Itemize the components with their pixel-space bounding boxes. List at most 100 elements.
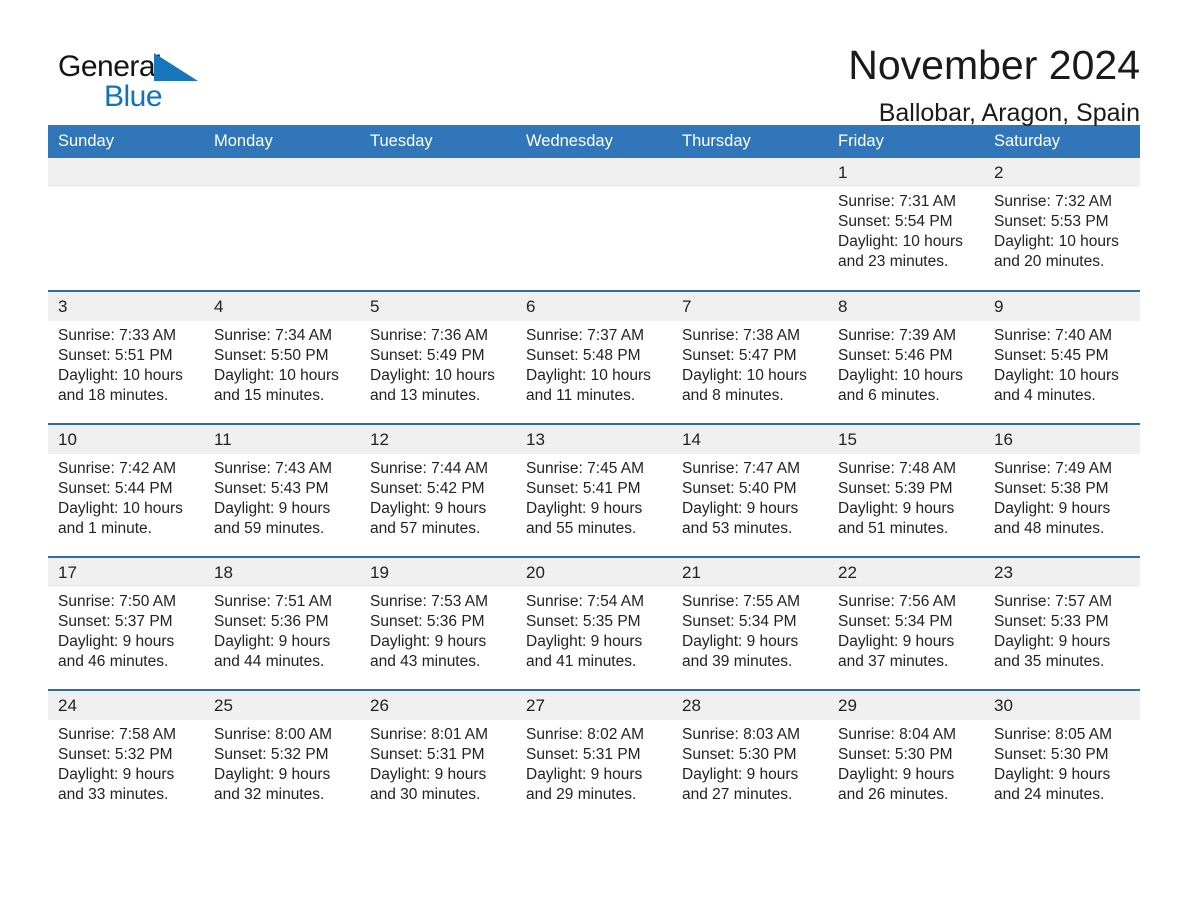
day-detail-line: Sunrise: 8:01 AM: [370, 725, 489, 743]
calendar-day-cell[interactable]: 5 Sunrise: 7:36 AM Sunset: 5:49 PM Daylight…: [360, 290, 516, 424]
calendar-day-cell[interactable]: 4 Sunrise: 7:34 AM Sunset: 5:50 PM Daylight…: [204, 290, 360, 424]
calendar-day-cell[interactable]: 14 Sunrise: 7:47 AM Sunset: 5:40 PM Dayligh…: [672, 423, 828, 557]
calendar-day-cell[interactable]: 10 Sunrise: 7:42 AM Sunset: 5:44 PM Dayligh…: [48, 423, 204, 557]
day-detail-line: Sunset: 5:54 PM: [838, 212, 953, 230]
calendar-day-cell[interactable]: 17 Sunrise: 7:50 AM Sunset: 5:37 PM Dayligh…: [48, 556, 204, 690]
day-detail-line: Sunset: 5:53 PM: [994, 212, 1109, 230]
day-details: Sunrise: 8:02 AM Sunset: 5:31 PM Daylight:…: [516, 720, 672, 806]
calendar-week-row: 3 Sunrise: 7:33 AM Sunset: 5:51 PM Daylight…: [48, 290, 1140, 424]
calendar-page: General Blue November 2024 Ballobar, Ara…: [0, 0, 1188, 918]
calendar-day-cell[interactable]: 2 Sunrise: 7:32 AM Sunset: 5:53 PM Daylight…: [984, 158, 1140, 291]
day-details: Sunrise: 8:04 AM Sunset: 5:30 PM Daylight:…: [828, 720, 984, 806]
day-detail-line: Sunset: 5:51 PM: [58, 346, 173, 364]
day-detail-line: Sunrise: 8:04 AM: [838, 725, 957, 743]
calendar-day-cell[interactable]: 18 Sunrise: 7:51 AM Sunset: 5:36 PM Dayligh…: [204, 556, 360, 690]
calendar-day-cell[interactable]: 24 Sunrise: 7:58 AM Sunset: 5:32 PM Dayligh…: [48, 689, 204, 823]
day-details: Sunrise: 7:55 AM Sunset: 5:34 PM Daylight:…: [672, 587, 828, 673]
day-detail-line: Sunrise: 7:42 AM: [58, 459, 177, 477]
day-detail-line: and 48 minutes.: [994, 520, 1105, 538]
day-details: Sunrise: 7:36 AM Sunset: 5:49 PM Daylight:…: [360, 321, 516, 407]
day-detail-line: Sunset: 5:33 PM: [994, 612, 1109, 630]
calendar-day-cell[interactable]: 20 Sunrise: 7:54 AM Sunset: 5:35 PM Dayligh…: [516, 556, 672, 690]
day-detail-line: Sunrise: 7:50 AM: [58, 592, 177, 610]
general-blue-logo[interactable]: General Blue: [58, 44, 218, 124]
day-detail-line: and 26 minutes.: [838, 786, 949, 804]
calendar-day-cell[interactable]: 11 Sunrise: 7:43 AM Sunset: 5:43 PM Dayligh…: [204, 423, 360, 557]
day-detail-line: Sunset: 5:44 PM: [58, 479, 173, 497]
calendar-day-cell[interactable]: 16 Sunrise: 7:49 AM Sunset: 5:38 PM Dayligh…: [984, 423, 1140, 557]
day-detail-line: and 27 minutes.: [682, 786, 793, 804]
calendar-day-cell[interactable]: 30 Sunrise: 8:05 AM Sunset: 5:30 PM Dayligh…: [984, 689, 1140, 823]
calendar-day-cell[interactable]: 28 Sunrise: 8:03 AM Sunset: 5:30 PM Dayligh…: [672, 689, 828, 823]
day-detail-line: Daylight: 9 hours: [682, 500, 799, 518]
day-detail-line: Sunset: 5:49 PM: [370, 346, 485, 364]
calendar-day-cell[interactable]: 23 Sunrise: 7:57 AM Sunset: 5:33 PM Dayligh…: [984, 556, 1140, 690]
day-number: 13: [516, 425, 672, 454]
day-details: Sunrise: 7:51 AM Sunset: 5:36 PM Daylight:…: [204, 587, 360, 673]
day-detail-line: Daylight: 9 hours: [526, 500, 643, 518]
day-number: 24: [48, 691, 204, 720]
day-detail-line: Sunrise: 7:39 AM: [838, 326, 957, 344]
calendar-day-cell[interactable]: 8 Sunrise: 7:39 AM Sunset: 5:46 PM Daylight…: [828, 290, 984, 424]
calendar-day-cell[interactable]: 21 Sunrise: 7:55 AM Sunset: 5:34 PM Dayligh…: [672, 556, 828, 690]
day-detail-line: Sunrise: 8:02 AM: [526, 725, 645, 743]
calendar-day-cell[interactable]: 27 Sunrise: 8:02 AM Sunset: 5:31 PM Dayligh…: [516, 689, 672, 823]
calendar-day-cell[interactable]: 13 Sunrise: 7:45 AM Sunset: 5:41 PM Dayligh…: [516, 423, 672, 557]
day-details: Sunrise: 8:00 AM Sunset: 5:32 PM Daylight:…: [204, 720, 360, 806]
logo-text-blue: Blue: [104, 80, 163, 113]
day-detail-line: Daylight: 9 hours: [838, 633, 955, 651]
day-detail-line: Sunset: 5:39 PM: [838, 479, 953, 497]
calendar-day-cell[interactable]: 29 Sunrise: 8:04 AM Sunset: 5:30 PM Dayligh…: [828, 689, 984, 823]
day-details: Sunrise: 7:42 AM Sunset: 5:44 PM Daylight:…: [48, 454, 204, 540]
day-details: Sunrise: 7:44 AM Sunset: 5:42 PM Daylight:…: [360, 454, 516, 540]
day-detail-line: Daylight: 9 hours: [838, 500, 955, 518]
day-detail-line: Sunrise: 7:36 AM: [370, 326, 489, 344]
day-number: 7: [672, 292, 828, 321]
calendar-day-cell[interactable]: 1 Sunrise: 7:31 AM Sunset: 5:54 PM Daylight…: [828, 158, 984, 291]
day-detail-line: Sunset: 5:43 PM: [214, 479, 329, 497]
calendar-day-cell[interactable]: 12 Sunrise: 7:44 AM Sunset: 5:42 PM Dayligh…: [360, 423, 516, 557]
day-detail-line: Daylight: 9 hours: [526, 633, 643, 651]
day-detail-line: Daylight: 10 hours: [838, 233, 963, 251]
day-number: 12: [360, 425, 516, 454]
day-detail-line: Sunrise: 7:33 AM: [58, 326, 177, 344]
day-number: 14: [672, 425, 828, 454]
calendar-day-cell[interactable]: 3 Sunrise: 7:33 AM Sunset: 5:51 PM Daylight…: [48, 290, 204, 424]
day-details: Sunrise: 7:31 AM Sunset: 5:54 PM Daylight:…: [828, 187, 984, 273]
day-detail-line: Sunset: 5:38 PM: [994, 479, 1109, 497]
day-details: [360, 187, 516, 192]
calendar-day-cell[interactable]: 7 Sunrise: 7:38 AM Sunset: 5:47 PM Daylight…: [672, 290, 828, 424]
calendar-day-cell[interactable]: 9 Sunrise: 7:40 AM Sunset: 5:45 PM Daylight…: [984, 290, 1140, 424]
day-detail-line: Daylight: 9 hours: [682, 633, 799, 651]
day-number: 28: [672, 691, 828, 720]
day-detail-line: and 15 minutes.: [214, 387, 325, 405]
calendar-day-cell[interactable]: 6 Sunrise: 7:37 AM Sunset: 5:48 PM Daylight…: [516, 290, 672, 424]
calendar-day-cell[interactable]: 26 Sunrise: 8:01 AM Sunset: 5:31 PM Dayligh…: [360, 689, 516, 823]
calendar-day-cell[interactable]: 19 Sunrise: 7:53 AM Sunset: 5:36 PM Dayligh…: [360, 556, 516, 690]
day-detail-line: and 44 minutes.: [214, 653, 325, 671]
day-detail-line: Sunset: 5:37 PM: [58, 612, 173, 630]
day-detail-line: Sunrise: 7:47 AM: [682, 459, 801, 477]
sunrise-sunset-calendar: Sunday Monday Tuesday Wednesday Thursday Frid…: [48, 125, 1140, 823]
calendar-empty-cell: [516, 158, 672, 291]
day-number: 19: [360, 558, 516, 587]
day-detail-line: Daylight: 10 hours: [370, 367, 495, 385]
day-detail-line: Sunrise: 8:03 AM: [682, 725, 801, 743]
day-number: 15: [828, 425, 984, 454]
day-detail-line: Daylight: 10 hours: [994, 367, 1119, 385]
day-number: 8: [828, 292, 984, 321]
day-detail-line: and 13 minutes.: [370, 387, 481, 405]
day-detail-line: Sunset: 5:31 PM: [370, 745, 485, 763]
calendar-day-cell[interactable]: 15 Sunrise: 7:48 AM Sunset: 5:39 PM Dayligh…: [828, 423, 984, 557]
day-detail-line: Sunrise: 7:51 AM: [214, 592, 333, 610]
day-detail-line: Daylight: 10 hours: [58, 367, 183, 385]
calendar-day-cell[interactable]: 22 Sunrise: 7:56 AM Sunset: 5:34 PM Dayligh…: [828, 556, 984, 690]
day-detail-line: Sunrise: 7:55 AM: [682, 592, 801, 610]
day-detail-line: and 33 minutes.: [58, 786, 169, 804]
calendar-day-cell[interactable]: 25 Sunrise: 8:00 AM Sunset: 5:32 PM Dayligh…: [204, 689, 360, 823]
day-detail-line: Sunset: 5:42 PM: [370, 479, 485, 497]
day-details: [204, 187, 360, 192]
calendar-empty-cell: [48, 158, 204, 291]
day-number: 30: [984, 691, 1140, 720]
day-detail-line: and 32 minutes.: [214, 786, 325, 804]
